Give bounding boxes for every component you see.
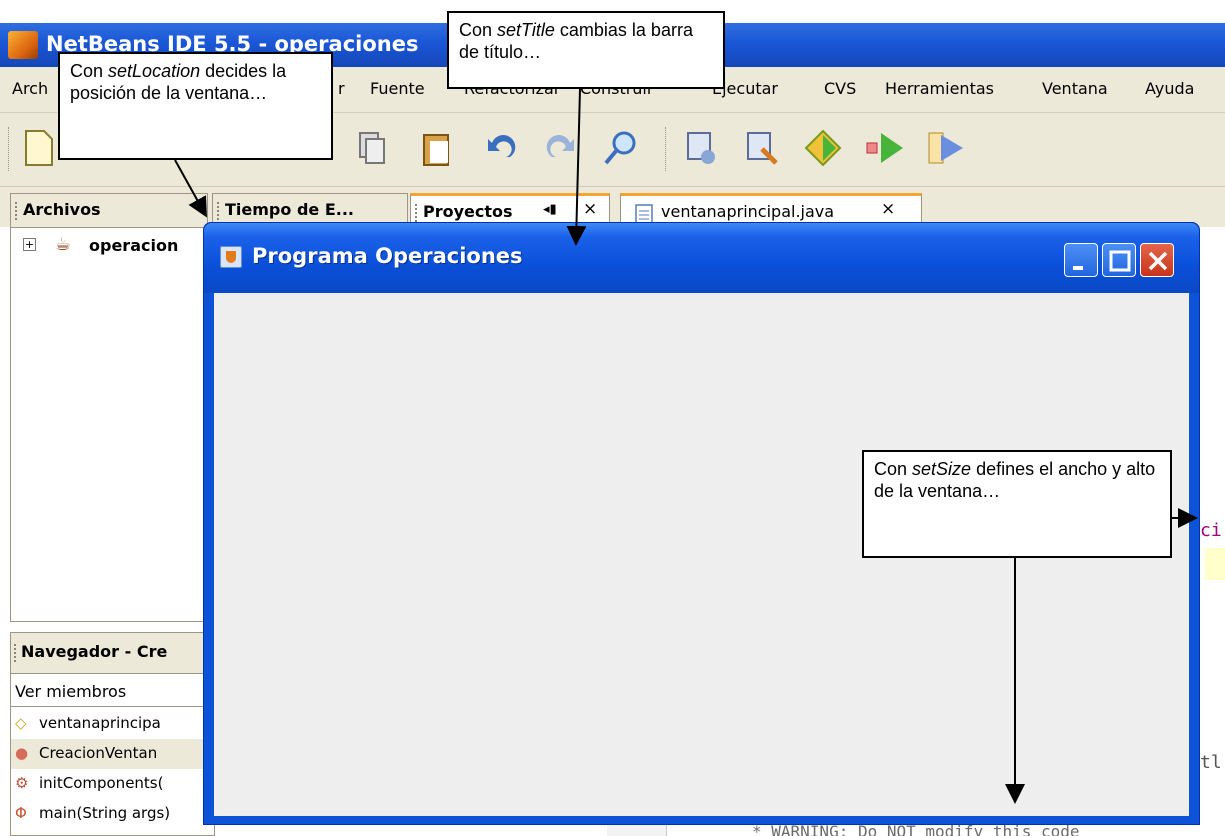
maximize-icon [1109, 250, 1131, 272]
callout-settitle: Con setTitle cambias la barra de título… [447, 11, 725, 89]
toolbar-separator [665, 127, 668, 171]
tab-grip [217, 202, 220, 220]
java-file-icon [635, 204, 653, 224]
callout-method: setLocation [108, 61, 201, 81]
menu-editar[interactable]: r [338, 79, 345, 98]
java-app-icon [220, 246, 242, 268]
tab-grip [15, 202, 18, 220]
netbeans-logo-icon [8, 31, 38, 59]
nav-item-label: CreacionVentan [39, 744, 158, 762]
code-fragment: ci [1200, 520, 1222, 541]
redo-icon[interactable] [540, 127, 582, 169]
clean-build-icon[interactable] [740, 127, 782, 169]
maximize-button[interactable] [1102, 243, 1136, 277]
nav-item-main[interactable]: Φ main(String args) [11, 799, 214, 829]
close-icon [1148, 251, 1168, 271]
callout-prefix: Con [70, 61, 109, 81]
close-tab-icon[interactable]: × [881, 199, 895, 219]
close-tab-icon[interactable]: × [583, 199, 597, 219]
build-icon[interactable] [680, 127, 722, 169]
tab-proyectos-label: Proyectos [423, 202, 513, 221]
tab-tiempo-label: Tiempo de E... [225, 200, 354, 219]
run-icon[interactable] [865, 127, 907, 169]
private-method-icon: ⚙ [15, 774, 29, 792]
toolbar-grip [8, 127, 11, 171]
menu-ventana[interactable]: Ventana [1042, 79, 1108, 98]
callout-method: setSize [912, 459, 972, 479]
navigator-panel: Navegador - Cre Ver miembros ◇ ventanapr… [10, 632, 215, 836]
nav-item-initcomponents[interactable]: ⚙ initComponents( [11, 769, 214, 799]
class-icon: ◇ [15, 714, 27, 732]
menu-herramientas[interactable]: Herramientas [885, 79, 994, 98]
pin-icon[interactable]: ◂▮ [543, 202, 557, 217]
panel-grip [14, 644, 17, 662]
tab-grip [415, 204, 418, 222]
nav-item-ventanaprincipal[interactable]: ◇ ventanaprincipa [11, 709, 214, 739]
find-icon[interactable] [600, 127, 642, 169]
debug-icon[interactable] [925, 127, 967, 169]
menu-archivo[interactable]: Arch [12, 79, 48, 98]
callout-prefix: Con [874, 459, 913, 479]
static-method-icon: Φ [15, 804, 27, 822]
minimize-icon [1073, 266, 1083, 270]
code-highlight [1205, 548, 1225, 580]
navigator-header: Navegador - Cre [11, 633, 214, 673]
tab-archivos-label: Archivos [23, 200, 101, 219]
menu-cvs[interactable]: CVS [824, 79, 856, 98]
undo-icon[interactable] [480, 127, 522, 169]
menu-ayuda[interactable]: Ayuda [1145, 79, 1194, 98]
run-main-icon[interactable] [802, 127, 844, 169]
tab-archivos[interactable]: Archivos [10, 193, 208, 227]
paste-icon[interactable] [416, 127, 458, 169]
copy-icon[interactable] [350, 127, 392, 169]
tree-item-label: operacion [89, 236, 179, 255]
java-project-icon: ☕ [55, 234, 72, 255]
nav-item-label: main(String args) [39, 804, 171, 822]
minimize-button[interactable] [1064, 243, 1098, 277]
files-panel: + ☕ operacion [10, 227, 210, 622]
nav-item-creacionventana[interactable]: ● CreacionVentan [11, 739, 214, 769]
constructor-icon: ● [15, 744, 29, 762]
menu-fuente[interactable]: Fuente [370, 79, 425, 98]
jframe-title: Programa Operaciones [252, 244, 523, 268]
callout-method: setTitle [497, 20, 555, 40]
code-fragment: tl [1200, 752, 1222, 773]
callout-setlocation: Con setLocation decides la posición de l… [58, 52, 333, 160]
callout-setsize: Con setSize defines el ancho y alto de l… [862, 450, 1172, 558]
close-button[interactable] [1140, 243, 1174, 277]
nav-item-label: initComponents( [39, 774, 164, 792]
callout-prefix: Con [459, 20, 498, 40]
navigator-title: Navegador - Cre [21, 642, 168, 661]
expand-icon[interactable]: + [23, 238, 36, 251]
nav-item-label: ventanaprincipa [39, 714, 161, 732]
jframe-titlebar[interactable]: Programa Operaciones [204, 223, 1199, 293]
new-file-icon[interactable] [18, 127, 60, 169]
view-members-select[interactable]: Ver miembros [11, 673, 214, 707]
tab-editor-file-label: ventanaprincipal.java [661, 202, 835, 221]
